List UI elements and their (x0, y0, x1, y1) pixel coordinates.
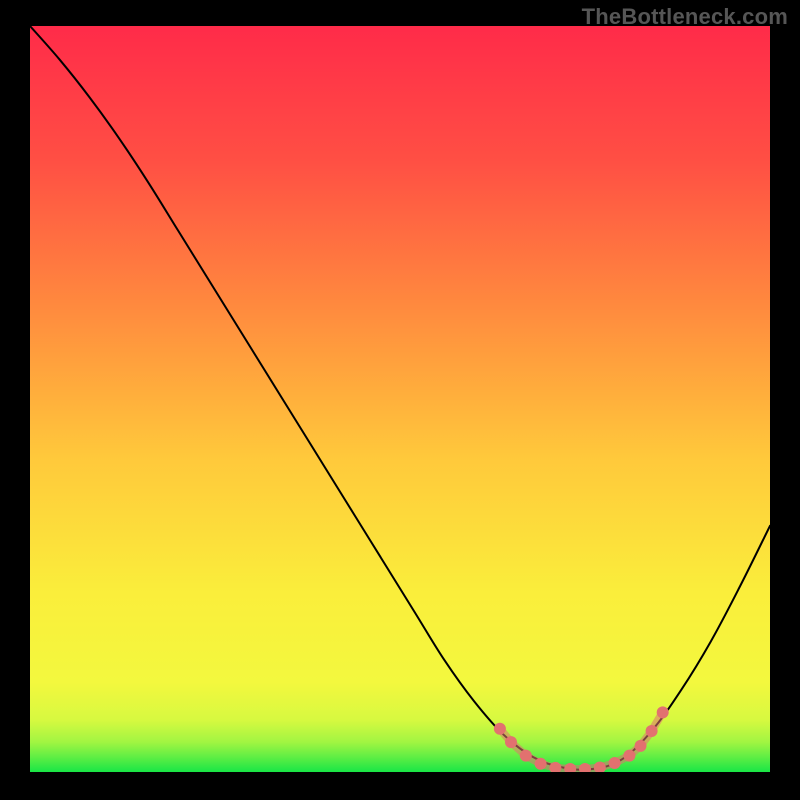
highlight-dot (646, 725, 658, 737)
highlight-dot (635, 740, 647, 752)
chart-frame: TheBottleneck.com (0, 0, 800, 800)
bottleneck-chart (30, 26, 770, 772)
highlight-dot (520, 750, 532, 762)
plot-background-gradient (30, 26, 770, 772)
highlight-dot (494, 723, 506, 735)
highlight-dot (609, 757, 621, 769)
watermark-text: TheBottleneck.com (582, 4, 788, 30)
highlight-dot (657, 706, 669, 718)
highlight-dot (623, 750, 635, 762)
highlight-dot (535, 758, 547, 770)
highlight-dot (505, 736, 517, 748)
